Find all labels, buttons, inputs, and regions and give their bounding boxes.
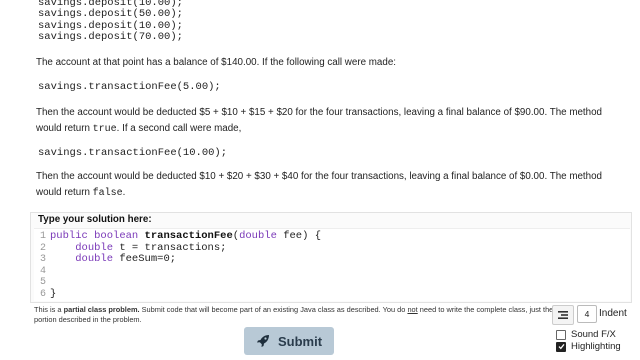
desc-text: This is a xyxy=(34,305,64,314)
code-rest: fee) { xyxy=(276,230,321,242)
desc-bold: partial class problem. xyxy=(63,305,140,314)
code-line-3: double feeSum=0; xyxy=(50,253,321,266)
keyword-double: double xyxy=(239,230,277,242)
sound-fx-checkbox[interactable] xyxy=(556,329,566,340)
example-call-2: savings.transactionFee(10.00); xyxy=(38,147,228,159)
top-code-line-4: savings.deposit(70.00); xyxy=(38,31,183,43)
sound-fx-label: Sound F/X xyxy=(571,329,616,340)
line-number-gutter: 1 2 3 4 5 6 xyxy=(34,231,46,300)
line-number: 2 xyxy=(39,242,46,254)
code-text[interactable]: public boolean transactionFee(double fee… xyxy=(50,230,321,300)
line-number: 1 xyxy=(39,231,46,242)
keyword-boolean: boolean xyxy=(94,230,139,242)
top-code-line-3: savings.deposit(10.00); xyxy=(38,19,183,32)
line-number: 4 xyxy=(39,265,46,277)
paragraph-balance: The account at that point has a balance … xyxy=(36,57,396,68)
paragraph-second-result: Then the account would be deducted $10 +… xyxy=(36,169,616,202)
indent-label: Indent xyxy=(599,308,627,319)
line-number: 3 xyxy=(39,254,46,265)
highlighting-checkbox[interactable] xyxy=(556,341,566,352)
desc-text: Submit code that will become part of an … xyxy=(139,305,408,314)
line-number: 6 xyxy=(39,288,46,300)
paragraph-end: . If a second call were made, xyxy=(116,123,242,134)
submit-button[interactable]: Submit xyxy=(244,327,334,355)
code-rest: t = transactions; xyxy=(113,241,227,254)
return-false: false xyxy=(92,188,123,199)
line-number: 5 xyxy=(39,277,46,288)
solution-title: Type your solution here: xyxy=(38,214,152,225)
method-name: transactionFee xyxy=(144,230,233,242)
submit-label: Submit xyxy=(277,333,323,349)
code-line-5: ​ xyxy=(50,277,321,289)
example-call-1: savings.transactionFee(5.00); xyxy=(38,81,221,93)
rocket-icon xyxy=(256,335,269,347)
indent-icon[interactable] xyxy=(552,305,574,325)
desc-underline: not xyxy=(407,305,418,314)
return-true: true xyxy=(92,124,117,135)
paragraph-end: . xyxy=(122,187,126,198)
sound-fx-option[interactable]: Sound F/X xyxy=(556,329,616,340)
indent-size-input[interactable]: 4 xyxy=(577,305,597,323)
code-editor[interactable]: 1 2 3 4 5 6 public boolean transactionFe… xyxy=(34,228,630,301)
code-line-6: } xyxy=(50,287,57,300)
keyword-double: double xyxy=(75,241,114,254)
highlighting-option[interactable]: Highlighting xyxy=(556,341,621,352)
keyword-public: public xyxy=(50,230,88,242)
top-code-line-2: savings.deposit(50.00); xyxy=(38,8,183,20)
keyword-double: double xyxy=(75,253,114,265)
code-line-4: ​ xyxy=(50,266,321,278)
code-rest: feeSum=0; xyxy=(113,253,177,265)
highlighting-label: Highlighting xyxy=(571,341,621,352)
paragraph-first-result: Then the account would be deducted $5 + … xyxy=(36,105,616,138)
problem-description: This is a partial class problem. Submit … xyxy=(34,305,554,325)
